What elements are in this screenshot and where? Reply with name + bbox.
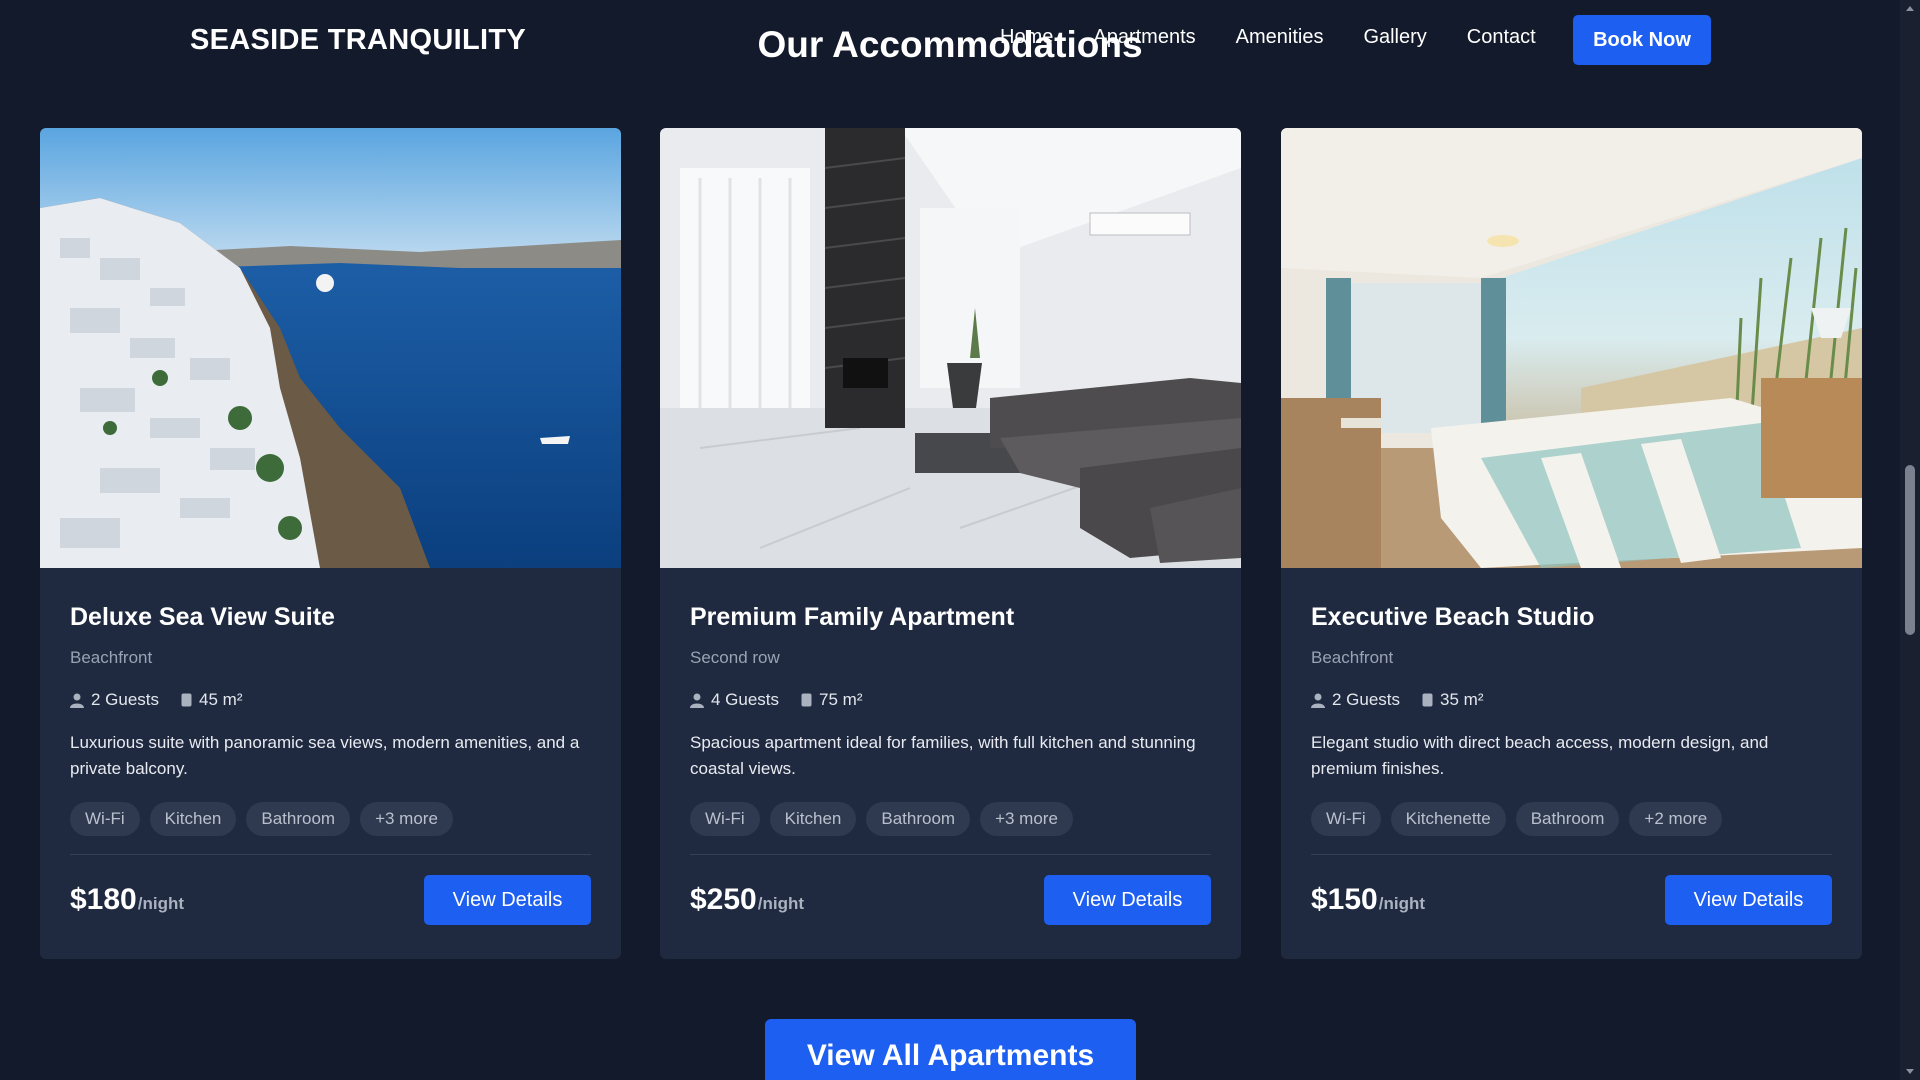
size-info: 45 m²: [181, 690, 243, 710]
card-footer: $150 /night View Details: [1311, 875, 1832, 925]
card-title[interactable]: Deluxe Sea View Suite: [70, 603, 591, 632]
beach-bedroom-photo: [1281, 128, 1862, 568]
area-icon: [181, 693, 192, 707]
card-footer: $250 /night View Details: [690, 875, 1211, 925]
apartment-card: Executive Beach Studio Beachfront 2 Gues…: [1281, 128, 1862, 959]
size-label: 45 m²: [199, 690, 243, 709]
amenity-tag: Wi-Fi: [70, 802, 140, 836]
amenity-tag: Wi-Fi: [690, 802, 760, 836]
card-location: Second row: [690, 648, 780, 667]
guests-info: 2 Guests: [1311, 690, 1400, 710]
amenity-tag: Wi-Fi: [1311, 802, 1381, 836]
price: $150 /night: [1311, 883, 1425, 917]
size-label: 75 m²: [819, 690, 863, 709]
card-divider: [1311, 854, 1832, 855]
price-unit: /night: [137, 894, 185, 913]
amenity-tag: Bathroom: [1515, 802, 1620, 836]
card-divider: [70, 854, 591, 855]
card-footer: $180 /night View Details: [70, 875, 591, 925]
area-icon: [1422, 693, 1433, 707]
modern-living-room-photo: [660, 128, 1241, 568]
guests-info: 4 Guests: [690, 690, 779, 710]
guests-label: 2 Guests: [1332, 690, 1401, 709]
guests-label: 2 Guests: [91, 690, 160, 709]
book-now-button[interactable]: Book Now: [1573, 15, 1711, 65]
size-info: 35 m²: [1422, 690, 1484, 710]
person-icon: [1311, 693, 1325, 708]
view-details-button[interactable]: View Details: [1044, 875, 1211, 925]
card-location: Beachfront: [70, 648, 153, 667]
view-all-apartments-button[interactable]: View All Apartments: [765, 1019, 1136, 1080]
price-unit: /night: [1378, 894, 1426, 913]
card-title[interactable]: Premium Family Apartment: [690, 603, 1211, 632]
more-amenities-tag[interactable]: +2 more: [1629, 802, 1723, 836]
guests-info: 2 Guests: [70, 690, 159, 710]
more-amenities-tag[interactable]: +3 more: [360, 802, 453, 836]
apartment-card: Deluxe Sea View Suite Beachfront 2 Guest…: [40, 128, 621, 959]
price-unit: /night: [757, 894, 805, 913]
card-body: Premium Family Apartment Second row 4 Gu…: [690, 568, 1211, 925]
card-meta: 2 Guests 35 m²: [1311, 690, 1832, 710]
card-description: Spacious apartment ideal for families, w…: [690, 733, 1196, 778]
apartment-card: Premium Family Apartment Second row 4 Gu…: [660, 128, 1241, 959]
amenity-tags: Wi-Fi Kitchen Bathroom +3 more: [70, 802, 591, 836]
price: $250 /night: [690, 883, 804, 917]
card-meta: 2 Guests 45 m²: [70, 690, 591, 710]
view-details-button[interactable]: View Details: [424, 875, 591, 925]
site-header: SEASIDE TRANQUILITY Home Apartments Amen…: [0, 0, 1900, 82]
price-amount: $180: [70, 883, 137, 916]
scrollbar-thumb[interactable]: [1905, 465, 1915, 635]
more-amenities-tag[interactable]: +3 more: [980, 802, 1073, 836]
person-icon: [690, 693, 704, 708]
card-divider: [690, 854, 1211, 855]
amenity-tag: Kitchen: [769, 802, 857, 836]
price-amount: $150: [1311, 883, 1378, 916]
amenity-tag: Kitchen: [149, 802, 237, 836]
card-title[interactable]: Executive Beach Studio: [1311, 603, 1832, 632]
size-info: 75 m²: [801, 690, 863, 710]
price: $180 /night: [70, 883, 184, 917]
scroll-down-arrow-icon[interactable]: [1905, 1066, 1915, 1076]
card-description: Luxurious suite with panoramic sea views…: [70, 733, 580, 778]
price-amount: $250: [690, 883, 757, 916]
amenity-tag: Kitchenette: [1390, 802, 1506, 836]
scroll-up-arrow-icon[interactable]: [1905, 4, 1915, 14]
person-icon: [70, 693, 84, 708]
area-icon: [801, 693, 812, 707]
size-label: 35 m²: [1440, 690, 1484, 709]
card-meta: 4 Guests 75 m²: [690, 690, 1211, 710]
amenity-tag: Bathroom: [246, 802, 351, 836]
amenity-tag: Bathroom: [866, 802, 971, 836]
santorini-coast-photo: [40, 128, 621, 568]
amenity-tags: Wi-Fi Kitchenette Bathroom +2 more: [1311, 802, 1832, 836]
card-description: Elegant studio with direct beach access,…: [1311, 733, 1769, 778]
card-location: Beachfront: [1311, 648, 1394, 667]
card-body: Executive Beach Studio Beachfront 2 Gues…: [1311, 568, 1832, 925]
amenity-tags: Wi-Fi Kitchen Bathroom +3 more: [690, 802, 1211, 836]
view-details-button[interactable]: View Details: [1665, 875, 1832, 925]
card-body: Deluxe Sea View Suite Beachfront 2 Guest…: [70, 568, 591, 925]
guests-label: 4 Guests: [711, 690, 780, 709]
page-scrollbar[interactable]: [1900, 0, 1920, 1080]
